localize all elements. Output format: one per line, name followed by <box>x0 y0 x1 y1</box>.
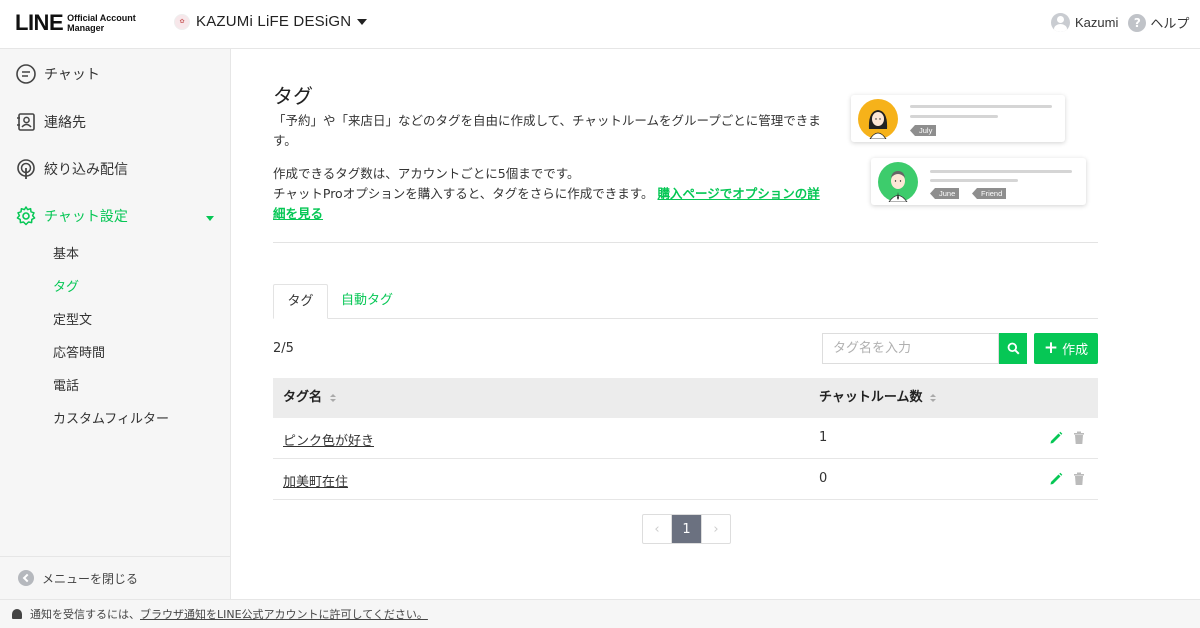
account-name: KAZUMi LiFE DESiGN <box>196 13 352 30</box>
trash-icon[interactable] <box>1073 472 1085 486</box>
avatar <box>858 99 898 140</box>
room-count: 1 <box>819 430 828 445</box>
close-menu-label: メニューを閉じる <box>42 571 139 586</box>
tag-search <box>822 333 1027 364</box>
search-input[interactable] <box>822 333 999 364</box>
logo-sub-line-1: Official Account <box>67 13 136 23</box>
man-illustration <box>888 171 908 203</box>
column-header-label: チャットルーム数 <box>819 390 923 405</box>
page-title: タグ <box>273 84 313 108</box>
collapse-icon <box>18 570 34 586</box>
chevron-down-icon[interactable] <box>206 216 214 221</box>
tag-chip: Friend <box>972 188 1007 199</box>
bell-icon <box>12 609 22 619</box>
tag-table: タグ名 チャットルーム数 ピンク色が好き 1 加美町在住 0 <box>273 378 1098 500</box>
room-count: 0 <box>819 471 828 486</box>
avatar <box>1051 13 1070 32</box>
section-divider <box>273 242 1098 243</box>
notice-link[interactable]: ブラウザ通知をLINE公式アカウントに許可してください。 <box>140 606 428 622</box>
notice-text: 通知を受信するには、 <box>30 608 140 621</box>
prev-page-button[interactable]: ‹ <box>643 515 672 543</box>
table-header: タグ名 チャットルーム数 <box>273 378 1098 418</box>
avatar <box>878 162 918 203</box>
sidebar-item-label: 連絡先 <box>44 115 86 131</box>
text-placeholder-line <box>930 170 1072 173</box>
sidebar-subitem-templates[interactable]: 定型文 <box>53 309 92 328</box>
edit-icon[interactable] <box>1049 431 1063 445</box>
sidebar-item-broadcast[interactable]: 絞り込み配信 <box>15 158 128 180</box>
tag-chip: June <box>930 188 960 199</box>
pagination: ‹ 1 › <box>642 514 731 544</box>
sidebar-item-chat[interactable]: チャット <box>15 63 100 85</box>
sidebar-subitem-response-hours[interactable]: 応答時間 <box>53 342 105 361</box>
logo-subtitle: Official Account Manager <box>67 13 136 33</box>
text-placeholder-line <box>910 105 1052 108</box>
sidebar-subitem-basic[interactable]: 基本 <box>53 243 79 262</box>
close-menu-button[interactable]: メニューを閉じる <box>0 556 231 599</box>
page-description: 「予約」や「来店日」などのタグを自由に作成して、チャットルームをグループごとに管… <box>273 113 821 148</box>
woman-illustration <box>868 110 888 140</box>
column-header-tag-name[interactable]: タグ名 <box>283 378 337 418</box>
sidebar-item-chat-settings[interactable]: チャット設定 <box>15 205 128 227</box>
contacts-icon <box>17 113 35 131</box>
top-header: LINE Official Account Manager ✿ KAZUMi L… <box>0 0 1200 49</box>
sidebar-subitem-phone[interactable]: 電話 <box>53 375 79 394</box>
sidebar: チャット 連絡先 絞り込み配信 チャット設定 基本 タグ 定型文 応答時間 電話… <box>0 49 231 599</box>
tab-tags[interactable]: タグ <box>273 284 328 319</box>
account-avatar: ✿ <box>174 13 190 30</box>
create-label: 作成 <box>1062 343 1089 358</box>
tab-auto-tags[interactable]: 自動タグ <box>341 284 393 319</box>
plus-icon: + <box>1043 338 1059 358</box>
table-row: 加美町在住 0 <box>273 459 1098 500</box>
page-button-current[interactable]: 1 <box>672 515 701 543</box>
sidebar-subitem-tags[interactable]: タグ <box>53 276 79 295</box>
trash-icon[interactable] <box>1073 431 1085 445</box>
sidebar-item-contacts[interactable]: 連絡先 <box>15 111 86 133</box>
tag-name-link[interactable]: 加美町在住 <box>283 471 348 490</box>
tag-limit-info: 作成できるタグ数は、アカウントごとに5個までです。 チャットProオプションを購… <box>273 164 823 224</box>
sidebar-subitem-custom-filter[interactable]: カスタムフィルター <box>53 408 169 427</box>
info-line-2: チャットProオプションを購入すると、タグをさらに作成できます。 購入ページでオ… <box>273 184 823 224</box>
chat-icon <box>16 64 36 84</box>
broadcast-icon <box>17 159 35 179</box>
user-name: Kazumi <box>1075 15 1119 30</box>
create-tag-button[interactable]: + 作成 <box>1034 333 1098 364</box>
sidebar-item-label: チャット <box>44 67 100 83</box>
table-row: ピンク色が好き 1 <box>273 418 1098 459</box>
illustration-card-2: June Friend <box>871 158 1086 205</box>
tag-count: 2/5 <box>273 341 294 356</box>
gear-icon <box>16 206 36 226</box>
column-header-label: タグ名 <box>283 390 323 405</box>
search-button[interactable] <box>999 333 1027 364</box>
search-icon <box>1007 342 1020 355</box>
notification-bar: 通知を受信するには、 ブラウザ通知をLINE公式アカウントに許可してください。 <box>0 599 1200 628</box>
logo-main: LINE <box>15 10 64 35</box>
info-line-2-text: チャットProオプションを購入すると、タグをさらに作成できます。 <box>273 186 654 201</box>
user-menu[interactable]: Kazumi ? ヘルプ <box>1051 13 1189 32</box>
logo-sub-line-2: Manager <box>67 23 105 33</box>
line-logo[interactable]: LINE Official Account Manager <box>15 10 136 36</box>
help-icon: ? <box>1128 13 1147 32</box>
next-page-button[interactable]: › <box>701 515 730 543</box>
tag-chip: July <box>910 125 937 136</box>
illustration-card-1: July <box>851 95 1065 142</box>
text-placeholder-line <box>910 115 998 118</box>
sidebar-item-label: 絞り込み配信 <box>44 162 128 178</box>
text-placeholder-line <box>930 179 1018 182</box>
sort-icon <box>330 394 337 402</box>
sort-icon <box>930 394 937 402</box>
column-header-room-count[interactable]: チャットルーム数 <box>819 378 937 418</box>
help-link[interactable]: ? ヘルプ <box>1128 13 1189 32</box>
tag-name-link[interactable]: ピンク色が好き <box>283 430 374 449</box>
edit-icon[interactable] <box>1049 472 1063 486</box>
account-switcher[interactable]: ✿ KAZUMi LiFE DESiGN <box>174 13 368 30</box>
chevron-down-icon <box>357 18 368 25</box>
help-label: ヘルプ <box>1150 17 1190 32</box>
sidebar-item-label: チャット設定 <box>44 209 128 225</box>
tag-tabs: タグ 自動タグ <box>273 284 1098 319</box>
info-line-1: 作成できるタグ数は、アカウントごとに5個までです。 <box>273 166 580 181</box>
